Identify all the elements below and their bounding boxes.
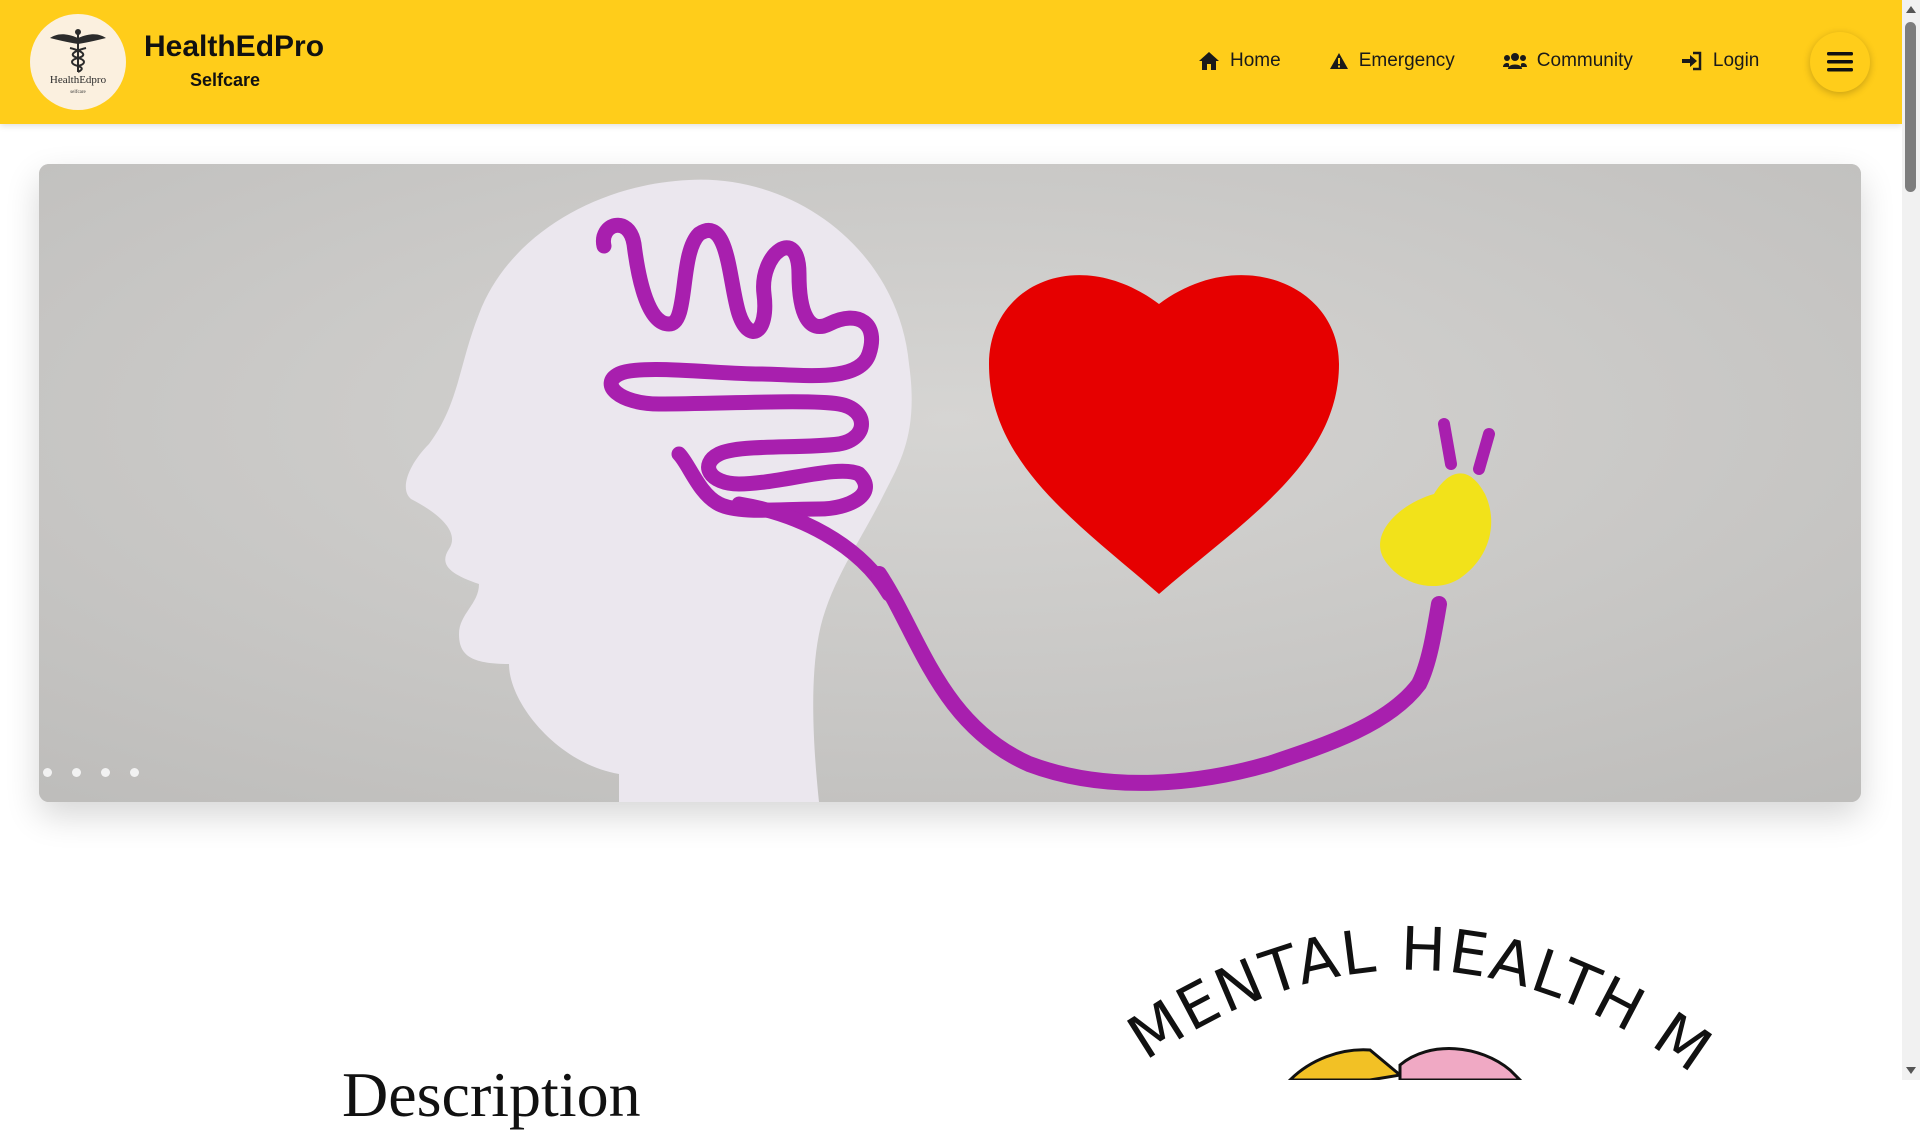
nav-home[interactable]: Home bbox=[1198, 50, 1281, 72]
home-icon bbox=[1199, 52, 1219, 70]
scroll-up-arrow-icon[interactable] bbox=[1906, 6, 1916, 13]
login-icon bbox=[1681, 51, 1702, 71]
nav-login[interactable]: Login bbox=[1681, 50, 1760, 72]
warning-icon bbox=[1329, 53, 1348, 69]
logo-subtext: selfcare bbox=[70, 90, 86, 95]
carousel-dot-2[interactable] bbox=[72, 768, 81, 777]
main-nav: Home Emergency Community Login bbox=[1198, 50, 1759, 72]
carousel-dot-1[interactable] bbox=[43, 768, 52, 777]
menu-button[interactable] bbox=[1810, 32, 1870, 92]
scroll-down-arrow-icon[interactable] bbox=[1906, 1067, 1916, 1074]
caduceus-icon bbox=[50, 29, 106, 73]
hero-carousel[interactable] bbox=[39, 164, 1861, 802]
brand-title[interactable]: HealthEdPro bbox=[144, 30, 324, 64]
section-title: Description bbox=[342, 1059, 641, 1130]
scrollbar-thumb[interactable] bbox=[1905, 22, 1916, 192]
nav-community-label: Community bbox=[1536, 50, 1633, 71]
hero-image bbox=[39, 164, 1861, 802]
carousel-dot-3[interactable] bbox=[101, 768, 110, 777]
nav-community[interactable]: Community bbox=[1502, 50, 1633, 72]
logo[interactable]: HealthEdpro selfcare bbox=[30, 14, 126, 110]
nav-home-label: Home bbox=[1230, 50, 1281, 71]
hamburger-icon bbox=[1827, 52, 1853, 72]
svg-text:MENTAL HEALTH MATTERS: MENTAL HEALTH MATTERS bbox=[1100, 920, 1720, 1080]
logo-text: HealthEdpro bbox=[49, 74, 107, 86]
brand-subtitle: Selfcare bbox=[190, 70, 261, 90]
mental-health-graphic: MENTAL HEALTH MATTERS bbox=[1100, 920, 1720, 1080]
nav-login-label: Login bbox=[1712, 50, 1760, 71]
carousel-dot-4[interactable] bbox=[130, 768, 139, 777]
page-scrollbar[interactable] bbox=[1902, 0, 1920, 1080]
nav-emergency[interactable]: Emergency bbox=[1329, 50, 1455, 72]
carousel-indicators bbox=[43, 768, 139, 777]
users-icon bbox=[1502, 53, 1527, 69]
nav-emergency-label: Emergency bbox=[1358, 50, 1455, 71]
graphic-text: MENTAL HEALTH MATTERS bbox=[1100, 920, 1720, 1080]
site-header: HealthEdpro selfcare HealthEdPro Selfcar… bbox=[0, 0, 1902, 124]
